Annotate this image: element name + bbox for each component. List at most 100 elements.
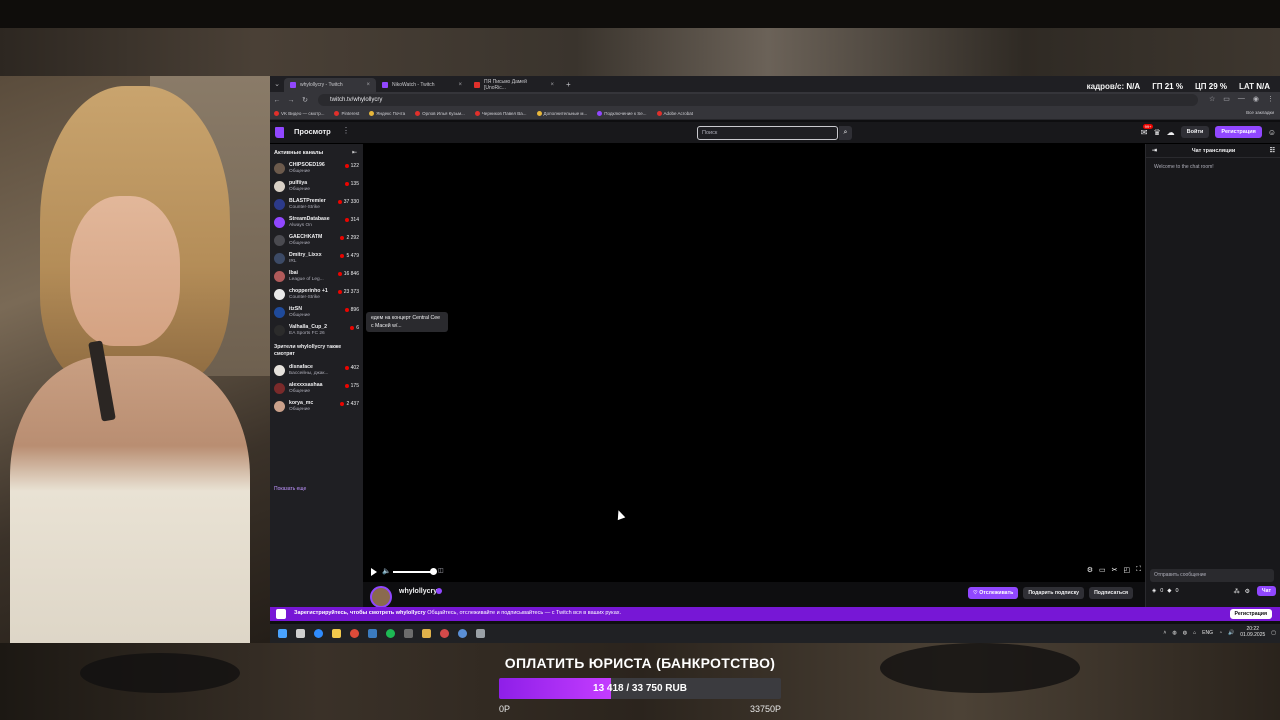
channel-name[interactable]: whylollycry	[399, 588, 437, 595]
edge-icon[interactable]	[314, 629, 323, 638]
login-button[interactable]: Войти	[1180, 126, 1210, 138]
bookmark[interactable]: Орлов Илья Кузьм...	[415, 111, 465, 116]
sidebar-channel[interactable]: chopperinho +1 Counter-Strike 23 373	[274, 287, 361, 303]
app-icon[interactable]	[404, 629, 413, 638]
back-icon[interactable]: ←	[270, 97, 284, 104]
clip-icon[interactable]: ✂	[1112, 566, 1118, 574]
browser-tab[interactable]: NikoWatch - Twitch ×	[376, 78, 468, 92]
fullscreen-icon[interactable]: ⛶	[1136, 566, 1141, 574]
volume-knob[interactable]	[430, 568, 437, 575]
extensions-icon[interactable]: ▭	[1223, 95, 1230, 103]
channel-points-icon[interactable]: ◈	[1152, 588, 1156, 594]
sidebar-channel[interactable]: disnaface Бассейны, джак... 402	[274, 363, 361, 379]
close-icon[interactable]: ×	[366, 82, 370, 88]
tray-icon[interactable]: ◍	[1183, 630, 1187, 636]
more-icon[interactable]: ⋮	[342, 126, 350, 135]
task-view-icon[interactable]	[296, 629, 305, 638]
sidebar-channel[interactable]: alexxxsashaa Общение 175	[274, 381, 361, 397]
profile-icon[interactable]: ◉	[1253, 95, 1259, 103]
all-bookmarks[interactable]: Все закладки	[1246, 110, 1274, 115]
bookmark[interactable]: Яндекс Почта	[369, 111, 405, 116]
sidebar-header: Активные каналы	[274, 150, 324, 156]
clock[interactable]: 20:22 01.09.2025	[1240, 626, 1265, 638]
bookmark[interactable]: Pinterest	[334, 111, 359, 116]
play-icon[interactable]	[371, 568, 377, 576]
browse-link[interactable]: Просмотр	[294, 127, 331, 136]
bookmark[interactable]: Черников Павел Ва...	[474, 111, 527, 116]
start-icon[interactable]	[278, 629, 287, 638]
sidebar-channel[interactable]: Valhalla_Cup_2 EA Sports FC 26 6	[274, 323, 361, 339]
follow-button[interactable]: ♡ Отслеживать	[968, 587, 1019, 599]
sidebar-channel[interactable]: korya_mc Общение 2 437	[274, 399, 361, 415]
sidebar-channel[interactable]: GAECHKATM Общение 2 292	[274, 233, 361, 249]
settings-icon[interactable]: ⚙	[1087, 566, 1093, 574]
tray-icon[interactable]: ◍	[1172, 630, 1176, 636]
tab-list-icon[interactable]: ⌄	[270, 80, 284, 88]
notification-icon[interactable]: ▢	[1271, 630, 1276, 636]
notifications-icon[interactable]: ✉ 99+	[1141, 123, 1154, 137]
minimize-icon[interactable]: —	[1238, 95, 1245, 103]
users-icon[interactable]: ☷	[1270, 144, 1275, 158]
telegram-icon[interactable]	[458, 629, 467, 638]
video-player[interactable]: 🔈 ◫ ⚙ ▭ ✂ ◰ ⛶	[363, 144, 1145, 582]
browser-tab[interactable]: ПЯ Письмо Дамей [UnoRic... ×	[468, 78, 560, 92]
bookmark[interactable]: Дополнительные м...	[536, 111, 587, 116]
close-icon[interactable]: ×	[550, 82, 554, 88]
star-icon[interactable]: ☆	[1209, 95, 1215, 103]
new-tab-button[interactable]: +	[560, 80, 577, 89]
chat-send-button[interactable]: Чат	[1256, 586, 1276, 596]
prime-icon[interactable]: ☁	[1167, 128, 1175, 137]
search-icon[interactable]: ⌕	[839, 126, 852, 140]
sidebar-channel[interactable]: pulfiiya Общение 135	[274, 179, 361, 195]
app-icon[interactable]	[422, 629, 431, 638]
sound-icon[interactable]: 🔊	[1228, 630, 1234, 636]
reload-icon[interactable]: ↻	[298, 96, 312, 104]
menu-icon[interactable]: ⋮	[1267, 95, 1274, 103]
settings-icon[interactable]	[476, 629, 485, 638]
folder-icon[interactable]	[332, 629, 341, 638]
chat-settings-icon[interactable]: ⚙	[1245, 588, 1250, 595]
chat-input[interactable]: Отправить сообщение	[1150, 569, 1274, 582]
goal-max-label: 33750Р	[749, 704, 781, 714]
steam-icon[interactable]	[368, 629, 377, 638]
sidebar-channel[interactable]: Ibai League of Leg... 16 846	[274, 269, 361, 285]
search-input[interactable]: Поиск	[697, 126, 838, 140]
sidebar-channel[interactable]: CHIPSOED196 Общение 122	[274, 161, 361, 177]
sidebar-channel[interactable]: itzSN Общение 896	[274, 305, 361, 321]
gift-sub-button[interactable]: Подарить подписку	[1023, 587, 1085, 599]
bookmark[interactable]: Adobe Acrobat	[656, 111, 693, 116]
spotify-icon[interactable]	[386, 629, 395, 638]
translate-icon[interactable]: ⁂	[1234, 588, 1240, 595]
browser-tab[interactable]: whylollycry - Twitch ×	[284, 78, 376, 92]
url-field[interactable]: twitch.tv/whylollycry	[318, 94, 1198, 106]
bookmark[interactable]: VK Видео — смотр...	[274, 111, 324, 116]
collapse-chat-icon[interactable]: ⇥	[1152, 144, 1157, 158]
chat-welcome: Welcome to the chat room!	[1154, 164, 1214, 170]
sidebar-channel[interactable]: Dmitry_Lixxx IRL 5 479	[274, 251, 361, 267]
crown-icon[interactable]: ♛	[1153, 128, 1160, 137]
sidebar-channel[interactable]: BLASTPremier Counter-Strike 37 330	[274, 197, 361, 213]
wifi-icon[interactable]: ◔	[1219, 630, 1222, 636]
volume-icon[interactable]: 🔈	[382, 567, 391, 575]
chrome-icon[interactable]	[350, 629, 359, 638]
close-icon[interactable]: ×	[458, 82, 462, 88]
user-icon[interactable]: ☺	[1268, 128, 1276, 137]
subscribe-button[interactable]: Подписаться	[1089, 587, 1133, 599]
theatre-mode-icon[interactable]: ▭	[1099, 566, 1106, 574]
miniplayer-icon[interactable]: ◰	[1123, 566, 1130, 574]
bookmark[interactable]: Подключение к Se...	[597, 111, 647, 116]
twitch-logo-icon[interactable]	[275, 127, 284, 138]
obs-icon[interactable]	[440, 629, 449, 638]
banner-register-button[interactable]: Регистрация	[1229, 609, 1272, 619]
collapse-icon[interactable]: ⇤	[352, 149, 357, 156]
volume-slider[interactable]	[393, 571, 433, 573]
network-icon[interactable]: ⌂	[1193, 630, 1196, 636]
forward-icon[interactable]: →	[284, 97, 298, 104]
avatar[interactable]	[370, 586, 392, 608]
bits-icon[interactable]: ◆	[1167, 588, 1171, 594]
quality-icon[interactable]: ◫	[438, 567, 444, 574]
show-more-link[interactable]: Показать еще	[274, 486, 306, 492]
sidebar-channel[interactable]: StreamDatabase Always On 314	[274, 215, 361, 231]
register-button[interactable]: Регистрация	[1215, 126, 1262, 138]
tray-arrow-icon[interactable]: ˄	[1163, 630, 1166, 636]
